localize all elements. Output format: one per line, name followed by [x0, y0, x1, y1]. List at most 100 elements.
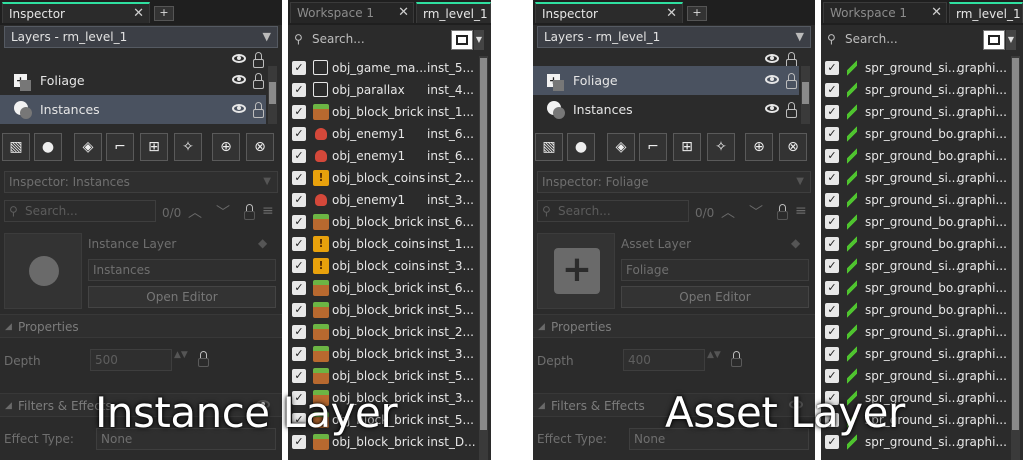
- left-add-tile-layer-button[interactable]: ◈: [74, 133, 102, 161]
- left-list-item[interactable]: ✓ obj_parallax inst_4...: [288, 79, 477, 101]
- right-item-checkbox[interactable]: ✓: [825, 171, 839, 185]
- right-list-item[interactable]: ✓ spr_ground_bo... graphi...: [821, 233, 1009, 255]
- left-item-checkbox[interactable]: ✓: [292, 171, 306, 185]
- right-list-item[interactable]: ✓ spr_ground_si... graphi...: [821, 167, 1009, 189]
- left-item-checkbox[interactable]: ✓: [292, 435, 306, 449]
- right-layer-visible-eye-icon[interactable]: [765, 104, 779, 113]
- right-item-checkbox[interactable]: ✓: [825, 193, 839, 207]
- left-workspace-close-icon[interactable]: ✕: [398, 3, 409, 23]
- right-item-checkbox[interactable]: ✓: [825, 325, 839, 339]
- right-item-checkbox[interactable]: ✓: [825, 347, 839, 361]
- right-list-scroll-thumb[interactable]: [1012, 58, 1019, 430]
- right-item-checkbox[interactable]: ✓: [825, 149, 839, 163]
- left-add-layer-folder-button[interactable]: ⊕: [212, 133, 240, 161]
- right-list-item[interactable]: ✓ spr_ground_si... graphi...: [821, 321, 1009, 343]
- right-list-item[interactable]: ✓ spr_ground_bo... graphi...: [821, 123, 1009, 145]
- right-layer-row-instances[interactable]: Instances: [533, 95, 799, 124]
- left-list-item[interactable]: ✓ obj_enemy1 inst_6...: [288, 145, 477, 167]
- right-list-scrollbar[interactable]: [1011, 56, 1020, 460]
- right-list-item[interactable]: ✓ spr_ground_bo... graphi...: [821, 211, 1009, 233]
- left-list-item[interactable]: ✓ obj_block_brick inst_6...: [288, 211, 477, 233]
- right-item-checkbox[interactable]: ✓: [825, 127, 839, 141]
- right-add-instance-layer-button[interactable]: ●: [567, 133, 595, 161]
- right-layers-scrollbar[interactable]: [801, 66, 810, 124]
- left-list-item[interactable]: ✓ obj_block_brick inst_2...: [288, 321, 477, 343]
- left-add-asset-layer-button[interactable]: ⊞: [140, 133, 168, 161]
- left-list-item[interactable]: ✓ obj_block_brick inst_5...: [288, 365, 477, 387]
- left-instance-search[interactable]: ⚲ Search...: [292, 28, 432, 50]
- left-item-checkbox[interactable]: ✓: [292, 369, 306, 383]
- left-layer-row-instances[interactable]: Instances: [0, 95, 266, 124]
- left-layer-visible-eye-icon[interactable]: [232, 75, 246, 84]
- left-list-item[interactable]: ✓! obj_block_coins inst_1...: [288, 233, 477, 255]
- left-add-instance-layer-button[interactable]: ●: [34, 133, 62, 161]
- right-layers-scroll-thumb[interactable]: [802, 82, 809, 104]
- right-list-item[interactable]: ✓ spr_ground_si... graphi...: [821, 255, 1009, 277]
- left-all-visible-eye-icon[interactable]: [232, 54, 246, 63]
- right-list-item[interactable]: ✓ spr_ground_bo... graphi...: [821, 145, 1009, 167]
- right-view-toggle-caret-icon[interactable]: ▼: [1006, 30, 1016, 50]
- left-layer-lock-icon[interactable]: [253, 102, 264, 118]
- right-instance-search[interactable]: ⚲ Search...: [825, 28, 965, 50]
- left-list-scrollbar[interactable]: [479, 56, 488, 460]
- left-item-checkbox[interactable]: ✓: [292, 303, 306, 317]
- left-layers-scroll-thumb[interactable]: [269, 82, 276, 104]
- right-add-background-layer-button[interactable]: ▧: [535, 133, 563, 161]
- left-item-checkbox[interactable]: ✓: [292, 215, 306, 229]
- left-item-checkbox[interactable]: ✓: [292, 127, 306, 141]
- left-item-checkbox[interactable]: ✓: [292, 83, 306, 97]
- left-list-item[interactable]: ✓ obj_block_brick inst_6...: [288, 277, 477, 299]
- left-list-item[interactable]: ✓ obj_enemy1 inst_6...: [288, 123, 477, 145]
- left-list-item[interactable]: ✓ obj_block_brick inst_3...: [288, 343, 477, 365]
- left-layers-dropdown[interactable]: Layers - rm_level_1 ▼: [4, 26, 278, 48]
- left-delete-layer-button[interactable]: ⊗: [246, 133, 274, 161]
- left-layer-lock-icon[interactable]: [253, 73, 264, 89]
- right-list-item[interactable]: ✓ spr_ground_bo... graphi...: [821, 277, 1009, 299]
- right-layer-lock-icon[interactable]: [786, 73, 797, 89]
- right-list-item[interactable]: ✓ spr_ground_bo... graphi...: [821, 299, 1009, 321]
- left-item-checkbox[interactable]: ✓: [292, 237, 306, 251]
- right-item-checkbox[interactable]: ✓: [825, 281, 839, 295]
- right-add-effect-layer-button[interactable]: ✧: [707, 133, 735, 161]
- right-close-icon[interactable]: ✕: [666, 4, 677, 24]
- right-inspector-tab[interactable]: Inspector ✕: [535, 2, 683, 23]
- left-layer-row-foliage[interactable]: +Foliage: [0, 66, 266, 95]
- right-list-item[interactable]: ✓ spr_ground_si... graphi...: [821, 365, 1009, 387]
- right-list-item[interactable]: ✓ spr_ground_si... graphi...: [821, 343, 1009, 365]
- right-add-path-layer-button[interactable]: ⌐: [639, 133, 667, 161]
- right-workspace-tab[interactable]: Workspace 1 ✕: [823, 2, 947, 23]
- right-item-checkbox[interactable]: ✓: [825, 435, 839, 449]
- right-delete-layer-button[interactable]: ⊗: [779, 133, 807, 161]
- right-list-item[interactable]: ✓ spr_ground_si... graphi...: [821, 189, 1009, 211]
- left-workspace-tab[interactable]: Workspace 1 ✕: [290, 2, 414, 23]
- left-add-background-layer-button[interactable]: ▧: [2, 133, 30, 161]
- left-add-tab-button[interactable]: +: [154, 6, 174, 21]
- left-item-checkbox[interactable]: ✓: [292, 259, 306, 273]
- right-add-tile-layer-button[interactable]: ◈: [607, 133, 635, 161]
- left-item-checkbox[interactable]: ✓: [292, 325, 306, 339]
- left-list-scroll-thumb[interactable]: [480, 58, 487, 430]
- right-add-asset-layer-button[interactable]: ⊞: [673, 133, 701, 161]
- right-layers-dropdown[interactable]: Layers - rm_level_1 ▼: [537, 26, 811, 48]
- left-item-checkbox[interactable]: ✓: [292, 149, 306, 163]
- left-list-item[interactable]: ✓ obj_block_brick inst_5...: [288, 299, 477, 321]
- left-list-item[interactable]: ✓ obj_block_brick inst_1...: [288, 101, 477, 123]
- left-list-item[interactable]: ✓! obj_block_coins inst_2...: [288, 167, 477, 189]
- right-item-checkbox[interactable]: ✓: [825, 83, 839, 97]
- left-item-checkbox[interactable]: ✓: [292, 61, 306, 75]
- right-item-checkbox[interactable]: ✓: [825, 105, 839, 119]
- right-add-layer-folder-button[interactable]: ⊕: [745, 133, 773, 161]
- left-item-checkbox[interactable]: ✓: [292, 281, 306, 295]
- right-room-tab[interactable]: rm_level_1: [949, 2, 1023, 23]
- left-room-tab[interactable]: rm_level_1: [416, 2, 491, 23]
- right-add-tab-button[interactable]: +: [687, 6, 707, 21]
- left-layers-scrollbar[interactable]: [268, 66, 277, 124]
- left-add-path-layer-button[interactable]: ⌐: [106, 133, 134, 161]
- left-view-toggle-caret-icon[interactable]: ▼: [474, 30, 484, 50]
- right-workspace-close-icon[interactable]: ✕: [931, 3, 942, 23]
- left-add-effect-layer-button[interactable]: ✧: [174, 133, 202, 161]
- right-item-checkbox[interactable]: ✓: [825, 303, 839, 317]
- right-list-item[interactable]: ✓ spr_ground_si... graphi...: [821, 57, 1009, 79]
- left-list-item[interactable]: ✓ obj_game_ma... inst_5...: [288, 57, 477, 79]
- right-list-item[interactable]: ✓ spr_ground_si... graphi...: [821, 79, 1009, 101]
